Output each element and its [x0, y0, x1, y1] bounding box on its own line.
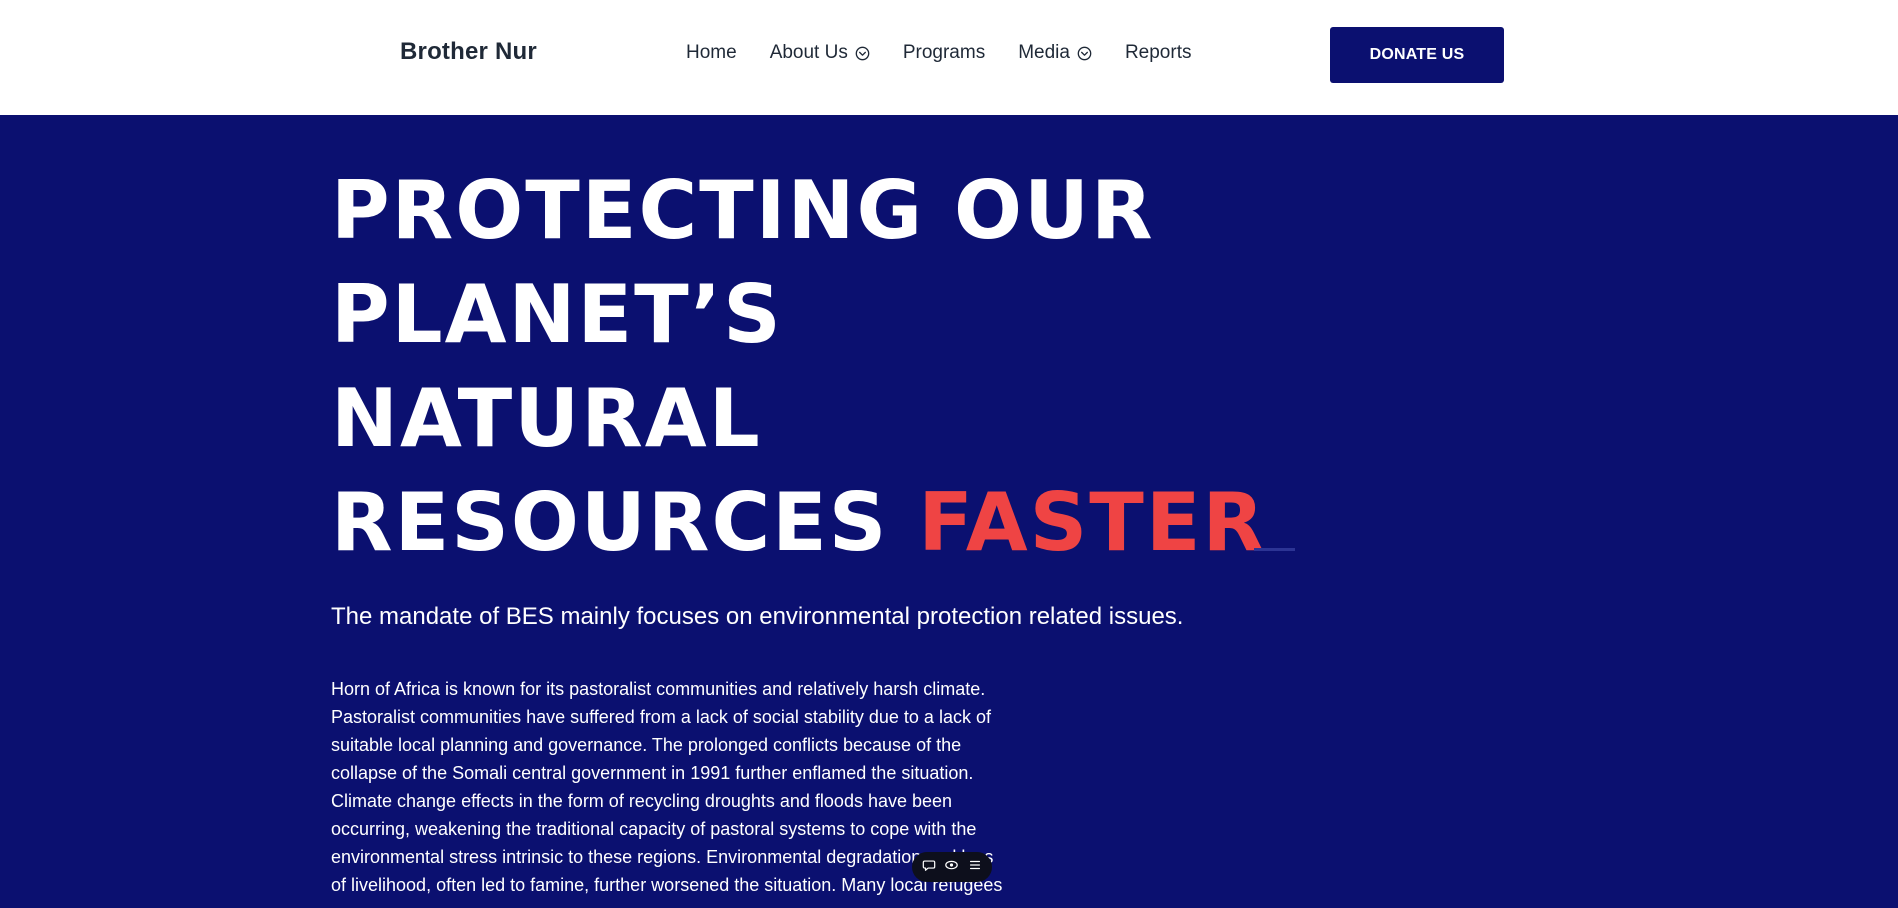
chevron-down-circle-icon [855, 46, 870, 61]
nav-item-programs[interactable]: Programs [903, 42, 985, 64]
floating-toolbar [912, 852, 992, 882]
menu-button[interactable] [965, 857, 985, 877]
comment-button[interactable] [919, 857, 939, 877]
nav-item-home[interactable]: Home [686, 42, 737, 64]
hero-section: PROTECTING OUR PLANET’S NATURAL RESOURCE… [0, 115, 1898, 908]
main-nav: Home About Us Programs Media Reports [686, 42, 1191, 64]
hero-headline: PROTECTING OUR PLANET’S NATURAL RESOURCE… [331, 159, 1266, 575]
site-header: Brother Nur Home About Us Programs Media [0, 0, 1898, 115]
nav-item-label: Reports [1124, 42, 1192, 63]
headline-line-last: RESOURCES FASTER [331, 471, 1266, 575]
eye-icon [944, 858, 959, 877]
nav-item-label: About Us [769, 42, 848, 63]
nav-item-label: Media [1018, 42, 1070, 63]
hero-mandate: The mandate of BES mainly focuses on env… [331, 603, 1184, 630]
headline-line: PLANET’S [331, 268, 783, 361]
hero-body-text: Horn of Africa is known for its pastoral… [331, 679, 1003, 895]
chevron-down-circle-icon [1077, 46, 1092, 61]
headline-line: NATURAL [331, 372, 762, 465]
nav-item-media[interactable]: Media [1018, 42, 1092, 64]
donate-button[interactable]: DONATE US [1330, 27, 1504, 83]
headline-line: PROTECTING OUR [331, 164, 1155, 257]
nav-item-reports[interactable]: Reports [1125, 42, 1192, 64]
nav-item-label: Programs [902, 42, 986, 63]
brand-logo-text[interactable]: Brother Nur [400, 38, 537, 66]
preview-button[interactable] [942, 857, 962, 877]
nav-item-label: Home [686, 42, 737, 63]
headline-accent: FASTER [918, 476, 1267, 569]
nav-item-about-us[interactable]: About Us [770, 42, 870, 64]
comment-icon [922, 858, 936, 877]
headline-line: RESOURCES [331, 476, 889, 569]
menu-icon [968, 858, 982, 877]
typing-cursor [1254, 548, 1295, 551]
